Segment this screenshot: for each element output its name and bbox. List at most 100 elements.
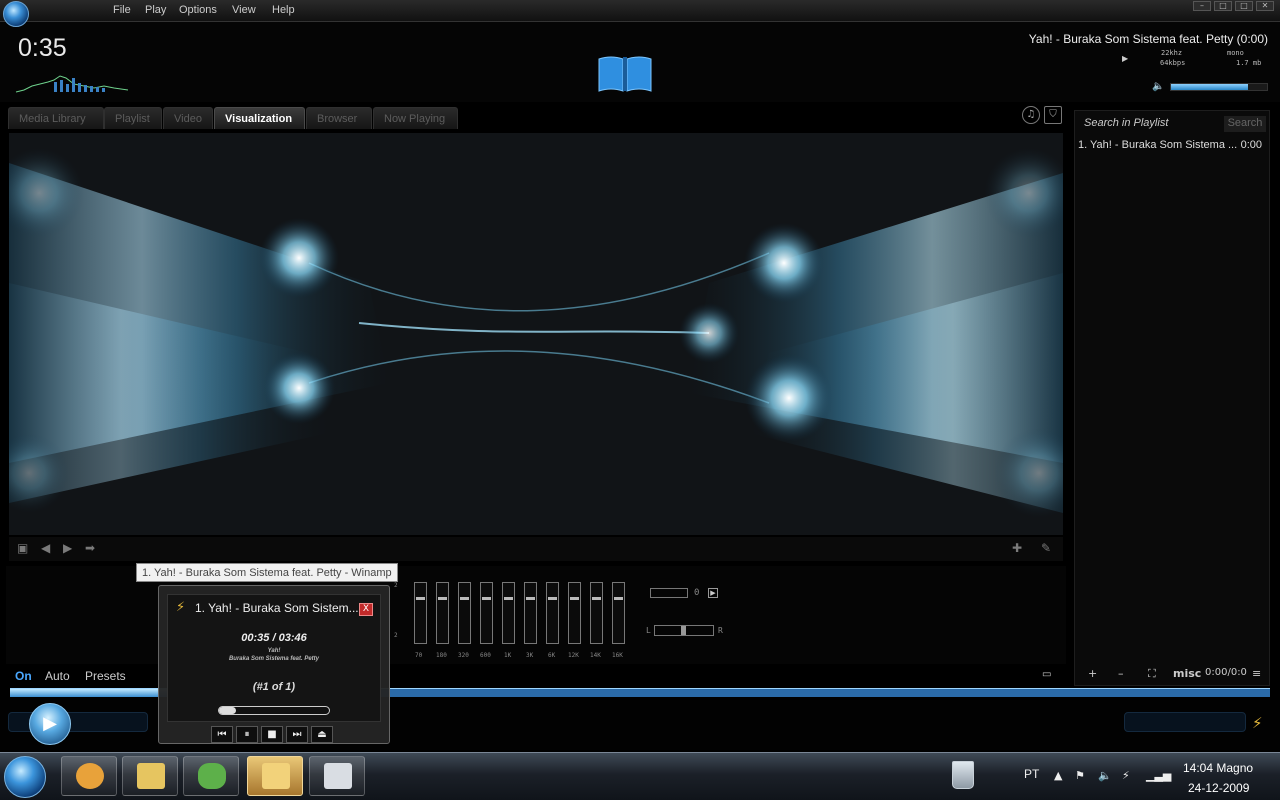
eq-label: 6K [548, 652, 556, 659]
action-center-flag-icon[interactable]: ⚑ [1075, 769, 1085, 782]
playlist-search-label[interactable]: Search in Playlist [1084, 117, 1168, 129]
eq-knob[interactable] [570, 597, 579, 600]
play-button[interactable]: ▶ [29, 703, 71, 745]
eq-band-70[interactable] [414, 582, 427, 644]
shield-icon[interactable]: ⛉ [1044, 106, 1062, 124]
preamp-selector[interactable] [650, 588, 688, 598]
bitrate: 64kbps [1160, 59, 1186, 67]
popup-artist: Buraka Som Sistema feat. Petty [228, 656, 320, 662]
playlist-select-button[interactable]: ⛶ [1148, 667, 1156, 681]
menu-options[interactable]: Options [179, 4, 217, 16]
clock-date[interactable]: 24-12-2009 [1188, 781, 1249, 795]
eject-button[interactable]: ⏏ [311, 726, 333, 743]
visualization-canvas[interactable] [9, 133, 1063, 535]
playlist-misc-button[interactable]: misc [1173, 667, 1201, 680]
messenger-button[interactable] [183, 756, 239, 796]
menu-view[interactable]: View [232, 4, 256, 16]
tab-visualization[interactable]: Visualization [214, 107, 305, 129]
menu-file[interactable]: File [113, 4, 131, 16]
eq-band-6k[interactable] [546, 582, 559, 644]
tab-playlist[interactable]: Playlist [104, 107, 162, 129]
eq-knob[interactable] [548, 597, 557, 600]
language-indicator[interactable]: PT [1024, 767, 1039, 781]
menu-help[interactable]: Help [272, 4, 295, 16]
power-icon[interactable]: ⚡ [1122, 769, 1130, 782]
restore-button[interactable]: □ [1214, 1, 1232, 11]
network-signal-icon[interactable]: ▁▃▅ [1146, 769, 1171, 782]
eq-band-180[interactable] [436, 582, 449, 644]
playlist-remove-button[interactable]: – [1118, 667, 1124, 680]
playlist-item[interactable]: 1. Yah! - Buraka Som Sistema ... 0:00 [1078, 139, 1262, 151]
book-icon[interactable] [597, 53, 653, 93]
volume-slider[interactable] [1170, 83, 1268, 91]
wrench-icon[interactable]: ✎ [1041, 541, 1051, 555]
previous-preset-icon[interactable]: ◀ [41, 541, 50, 555]
eq-auto-toggle[interactable]: Auto [45, 669, 70, 683]
eq-band-12k[interactable] [568, 582, 581, 644]
plugin-puzzle-icon[interactable]: ✚ [1012, 541, 1022, 555]
close-button[interactable]: ✕ [1256, 1, 1274, 11]
volume-icon[interactable]: 🔈 [1098, 769, 1112, 782]
lightning-bolt-icon[interactable]: ⚡ [1252, 714, 1263, 732]
shuffle-repeat-buttons[interactable] [1124, 712, 1246, 732]
eq-knob[interactable] [460, 597, 469, 600]
clock-time[interactable]: 14:04 Magno [1183, 761, 1253, 775]
show-hidden-icons-icon[interactable]: ▲ [1054, 769, 1062, 782]
start-button[interactable] [4, 756, 46, 798]
fullscreen-icon[interactable]: ▣ [17, 541, 28, 555]
file-size: 1.7 mb [1236, 59, 1262, 67]
recycle-bin-icon[interactable] [952, 761, 974, 789]
balance-knob[interactable] [681, 626, 686, 635]
tab-video[interactable]: Video [163, 107, 213, 129]
next-track-button[interactable]: ⏭ [286, 726, 308, 743]
eq-menu-icon[interactable]: ▭ [1042, 669, 1051, 680]
tab-now-playing[interactable]: Now Playing [373, 107, 458, 129]
winamp-button[interactable] [247, 756, 303, 796]
mini-visualizer-icon[interactable] [14, 64, 130, 94]
popup-time: 00:35 / 03:46 [241, 632, 307, 644]
menu-play[interactable]: Play [145, 4, 166, 16]
eq-knob[interactable] [438, 597, 447, 600]
playlist-search-button[interactable]: Search [1224, 116, 1266, 132]
eq-band-16k[interactable] [612, 582, 625, 644]
speaker-icon[interactable]: 🔈 [1152, 81, 1164, 92]
balance-slider[interactable] [654, 625, 714, 636]
next-preset-icon[interactable]: ▶ [63, 541, 72, 555]
eq-band-600[interactable] [480, 582, 493, 644]
eq-presets-button[interactable]: Presets [85, 669, 126, 683]
eq-band-1k[interactable] [502, 582, 515, 644]
random-preset-icon[interactable]: ➡ [85, 541, 95, 555]
playlist-add-button[interactable]: + [1088, 667, 1097, 680]
playlist-menu-icon[interactable]: ≡ [1252, 667, 1261, 680]
eq-knob[interactable] [416, 597, 425, 600]
eq-knob[interactable] [592, 597, 601, 600]
playlist-item-duration: 0:00 [1240, 139, 1262, 151]
popup-close-button[interactable]: X [359, 603, 373, 616]
preamp-next-icon[interactable]: ▶ [708, 588, 718, 598]
file-explorer-button[interactable] [122, 756, 178, 796]
tab-media-library[interactable]: Media Library [8, 107, 104, 129]
minimize-button[interactable]: – [1193, 1, 1211, 11]
internet-explorer-button[interactable] [61, 756, 117, 796]
eq-knob[interactable] [614, 597, 623, 600]
window-switcher-button[interactable] [309, 756, 365, 796]
tab-browser[interactable]: Browser [306, 107, 372, 129]
popup-progress-bar[interactable] [218, 706, 330, 715]
maximize-button[interactable]: □ [1235, 1, 1253, 11]
eq-band-14k[interactable] [590, 582, 603, 644]
eq-knob[interactable] [526, 597, 535, 600]
stop-button[interactable]: ■ [261, 726, 283, 743]
music-note-icon[interactable]: ♫ [1022, 106, 1040, 124]
now-playing-popup[interactable]: ⚡ 1. Yah! - Buraka Som Sistem... X 00:35… [158, 585, 390, 744]
eq-knob[interactable] [504, 597, 513, 600]
eq-label: 14K [590, 652, 601, 659]
eq-knob[interactable] [482, 597, 491, 600]
eq-band-3k[interactable] [524, 582, 537, 644]
windows-logo-icon[interactable] [3, 1, 29, 27]
song-title[interactable]: Yah! - Buraka Som Sistema feat. Petty (0… [1029, 32, 1268, 46]
elapsed-time[interactable]: 0:35 [18, 34, 67, 63]
eq-on-toggle[interactable]: On [15, 669, 32, 683]
pause-button[interactable]: ⏸ [236, 726, 258, 743]
eq-band-320[interactable] [458, 582, 471, 644]
previous-track-button[interactable]: ⏮ [211, 726, 233, 743]
